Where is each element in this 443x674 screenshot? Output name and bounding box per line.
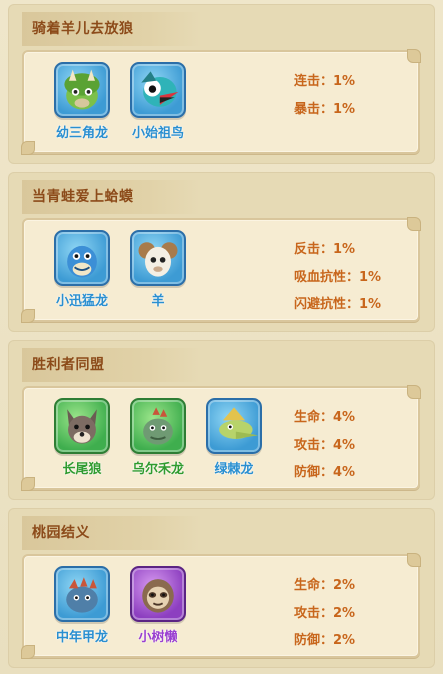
stat-line: 防御：4% bbox=[294, 465, 356, 480]
combo-section: 胜利者同盟 长尾狼 乌尔禾龙 绿棘龙 生命：4% 攻击：4% 防御：4% bbox=[8, 340, 435, 500]
pet-list: 中年甲龙 小树懒 bbox=[44, 566, 196, 645]
pet-name: 小始祖鸟 bbox=[131, 126, 184, 141]
combo-title: 当青蛙爱上蛤蟆 bbox=[22, 180, 202, 214]
pet-slot[interactable]: 中年甲龙 bbox=[44, 566, 120, 645]
wolf-icon[interactable] bbox=[54, 398, 110, 454]
stat-line: 反击：1% bbox=[294, 242, 356, 257]
pet-list: 幼三角龙 小始祖鸟 bbox=[44, 62, 196, 141]
pet-slot[interactable]: 小树懒 bbox=[120, 566, 196, 645]
stat-line: 攻击：4% bbox=[294, 437, 356, 453]
combo-card: 中年甲龙 小树懒 生命：2% 攻击：2% 防御：2% bbox=[21, 553, 421, 659]
pet-slot[interactable]: 长尾狼 bbox=[44, 398, 120, 477]
card-corner-ornament bbox=[407, 385, 421, 399]
stat-line: 吸血抗性：1% bbox=[294, 269, 382, 285]
card-corner-ornament bbox=[407, 49, 421, 63]
pet-name: 绿棘龙 bbox=[214, 462, 254, 477]
stat-line: 连击：1% bbox=[294, 74, 356, 89]
pet-name: 幼三角龙 bbox=[55, 126, 108, 141]
spinosaurus-icon[interactable] bbox=[206, 398, 262, 454]
pet-slot[interactable]: 小迅猛龙 bbox=[44, 230, 120, 309]
archaeopteryx-icon[interactable] bbox=[130, 62, 186, 118]
pet-slot[interactable]: 绿棘龙 bbox=[196, 398, 272, 477]
combo-section: 当青蛙爱上蛤蟆 小迅猛龙 羊 反击：1% 吸血抗性：1% 闪避抗性：1% bbox=[8, 172, 435, 332]
pet-name: 小树懒 bbox=[138, 630, 178, 645]
triceratops-icon[interactable] bbox=[54, 62, 110, 118]
pet-name: 羊 bbox=[151, 294, 165, 309]
card-corner-ornament bbox=[407, 553, 421, 567]
stat-line: 生命：2% bbox=[294, 578, 356, 593]
bonus-stats: 连击：1% 暴击：1% bbox=[294, 68, 355, 123]
wuerhosaurus-icon[interactable] bbox=[130, 398, 186, 454]
pet-slot[interactable]: 幼三角龙 bbox=[44, 62, 120, 141]
stat-line: 闪避抗性：1% bbox=[294, 297, 382, 312]
combo-section: 骑着羊儿去放狼 幼三角龙 小始祖鸟 连击：1% 暴击：1% bbox=[8, 4, 435, 164]
stat-line: 生命：4% bbox=[294, 410, 356, 425]
pet-name: 乌尔禾龙 bbox=[131, 462, 184, 477]
pet-list: 小迅猛龙 羊 bbox=[44, 230, 196, 309]
combo-card: 小迅猛龙 羊 反击：1% 吸血抗性：1% 闪避抗性：1% bbox=[21, 217, 421, 323]
card-corner-ornament bbox=[21, 477, 35, 491]
pet-name: 中年甲龙 bbox=[55, 630, 108, 645]
combo-card: 幼三角龙 小始祖鸟 连击：1% 暴击：1% bbox=[21, 49, 421, 155]
stat-line: 暴击：1% bbox=[294, 101, 356, 117]
pet-list: 长尾狼 乌尔禾龙 绿棘龙 bbox=[44, 398, 272, 477]
combination-bonus-list: 骑着羊儿去放狼 幼三角龙 小始祖鸟 连击：1% 暴击：1% 当青蛙爱上蛤蟆 小迅… bbox=[0, 0, 443, 674]
combo-card: 长尾狼 乌尔禾龙 绿棘龙 生命：4% 攻击：4% 防御：4% bbox=[21, 385, 421, 491]
pet-slot[interactable]: 羊 bbox=[120, 230, 196, 309]
sloth-icon[interactable] bbox=[130, 566, 186, 622]
card-corner-ornament bbox=[21, 141, 35, 155]
stat-line: 攻击：2% bbox=[294, 605, 356, 621]
pet-name: 长尾狼 bbox=[62, 462, 102, 477]
ankylosaurus-icon[interactable] bbox=[54, 566, 110, 622]
combo-title: 骑着羊儿去放狼 bbox=[22, 12, 202, 46]
raptor-icon[interactable] bbox=[54, 230, 110, 286]
bonus-stats: 生命：2% 攻击：2% 防御：2% bbox=[294, 572, 355, 655]
pet-slot[interactable]: 乌尔禾龙 bbox=[120, 398, 196, 477]
pet-name: 小迅猛龙 bbox=[55, 294, 108, 309]
sheep-icon[interactable] bbox=[130, 230, 186, 286]
combo-title: 胜利者同盟 bbox=[22, 348, 202, 382]
card-corner-ornament bbox=[21, 309, 35, 323]
card-corner-ornament bbox=[21, 645, 35, 659]
pet-slot[interactable]: 小始祖鸟 bbox=[120, 62, 196, 141]
combo-section: 桃园结义 中年甲龙 小树懒 生命：2% 攻击：2% 防御：2% bbox=[8, 508, 435, 668]
bonus-stats: 反击：1% 吸血抗性：1% 闪避抗性：1% bbox=[294, 236, 381, 319]
stat-line: 防御：2% bbox=[294, 633, 356, 648]
combo-title: 桃园结义 bbox=[22, 516, 202, 550]
card-corner-ornament bbox=[407, 217, 421, 231]
bonus-stats: 生命：4% 攻击：4% 防御：4% bbox=[294, 404, 355, 487]
